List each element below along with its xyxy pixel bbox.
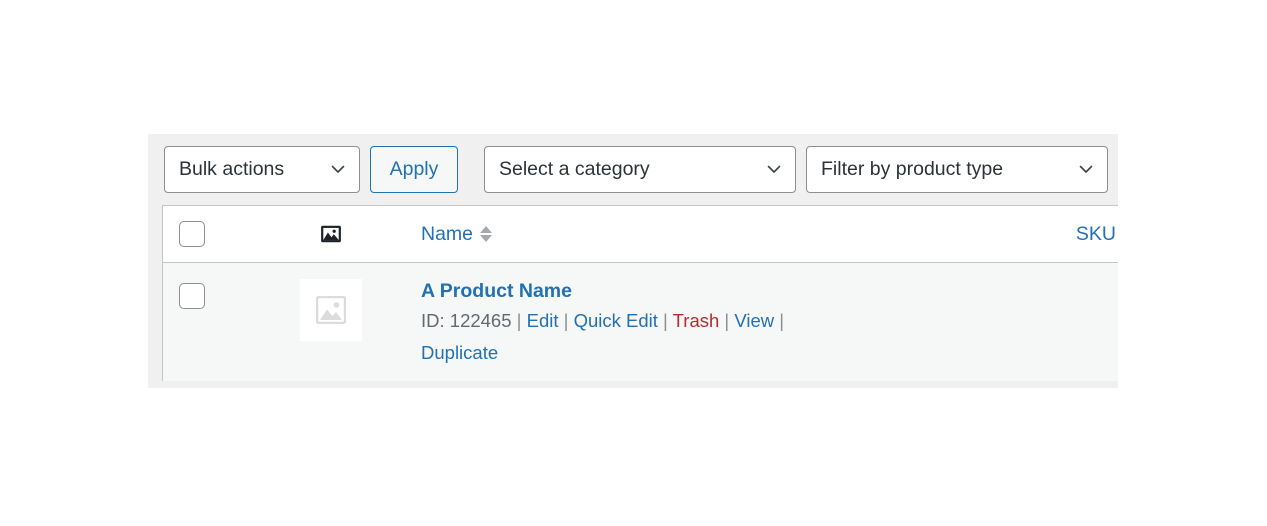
column-header-sku: SKU xyxy=(871,206,1118,263)
row-select-cell xyxy=(163,262,241,381)
product-type-filter-label: Filter by product type xyxy=(821,158,1004,180)
view-link[interactable]: View xyxy=(734,310,774,331)
sort-indicator-icon xyxy=(480,226,493,242)
product-list-panel: Bulk actions Apply Select a category Fil… xyxy=(148,134,1118,388)
table-header-row: Name SKU xyxy=(163,206,1118,263)
product-id-text: ID: 122465 xyxy=(421,310,512,331)
chevron-down-icon xyxy=(767,162,781,176)
row-action-separator: | xyxy=(779,310,785,331)
chevron-down-icon xyxy=(1079,162,1093,176)
trash-link[interactable]: Trash xyxy=(673,310,720,331)
table-body: A Product Name ID: 122465 | Edit | Quick… xyxy=(163,262,1118,381)
image-placeholder-icon xyxy=(316,296,346,324)
product-type-filter-select[interactable]: Filter by product type xyxy=(806,146,1108,193)
column-header-name: Name xyxy=(421,206,871,263)
quick-edit-link[interactable]: Quick Edit xyxy=(574,310,658,331)
row-action-separator: | xyxy=(516,310,522,331)
products-table: Name SKU A Product Name ID: 122465 | Edi… xyxy=(163,206,1118,381)
product-thumbnail[interactable] xyxy=(300,279,362,341)
column-header-sku-label: SKU xyxy=(1075,222,1116,245)
row-thumbnail-cell xyxy=(241,262,421,381)
row-select-checkbox[interactable] xyxy=(179,283,205,309)
chevron-down-icon xyxy=(331,162,345,176)
column-header-name-label: Name xyxy=(421,222,474,245)
column-header-select-all xyxy=(163,206,241,263)
product-sku-value: – xyxy=(871,263,1118,303)
category-filter-label: Select a category xyxy=(499,158,650,180)
select-all-checkbox[interactable] xyxy=(179,221,205,247)
image-icon xyxy=(320,223,342,245)
row-action-separator: | xyxy=(724,310,730,331)
list-table-toolbar: Bulk actions Apply Select a category Fil… xyxy=(148,134,1118,205)
sort-by-sku-link[interactable]: SKU xyxy=(1076,223,1118,246)
row-actions: ID: 122465 | Edit | Quick Edit | Trash |… xyxy=(421,305,821,369)
row-sku-cell: – xyxy=(871,262,1118,381)
row-name-cell: A Product Name ID: 122465 | Edit | Quick… xyxy=(421,262,871,381)
products-table-container: Name SKU A Product Name ID: 122465 | Edi… xyxy=(162,205,1118,381)
column-header-image xyxy=(241,206,421,263)
row-action-separator: | xyxy=(663,310,668,331)
edit-link[interactable]: Edit xyxy=(527,310,559,331)
product-title-link[interactable]: A Product Name xyxy=(421,277,871,305)
row-action-separator: | xyxy=(563,310,569,331)
bulk-actions-select[interactable]: Bulk actions xyxy=(164,146,360,193)
table-row: A Product Name ID: 122465 | Edit | Quick… xyxy=(163,262,1118,381)
bulk-actions-label: Bulk actions xyxy=(179,158,285,180)
category-filter-select[interactable]: Select a category xyxy=(484,146,796,193)
table-header: Name SKU xyxy=(163,206,1118,263)
sort-by-name-link[interactable]: Name xyxy=(421,222,493,246)
duplicate-link[interactable]: Duplicate xyxy=(421,342,498,363)
apply-button[interactable]: Apply xyxy=(370,146,458,193)
